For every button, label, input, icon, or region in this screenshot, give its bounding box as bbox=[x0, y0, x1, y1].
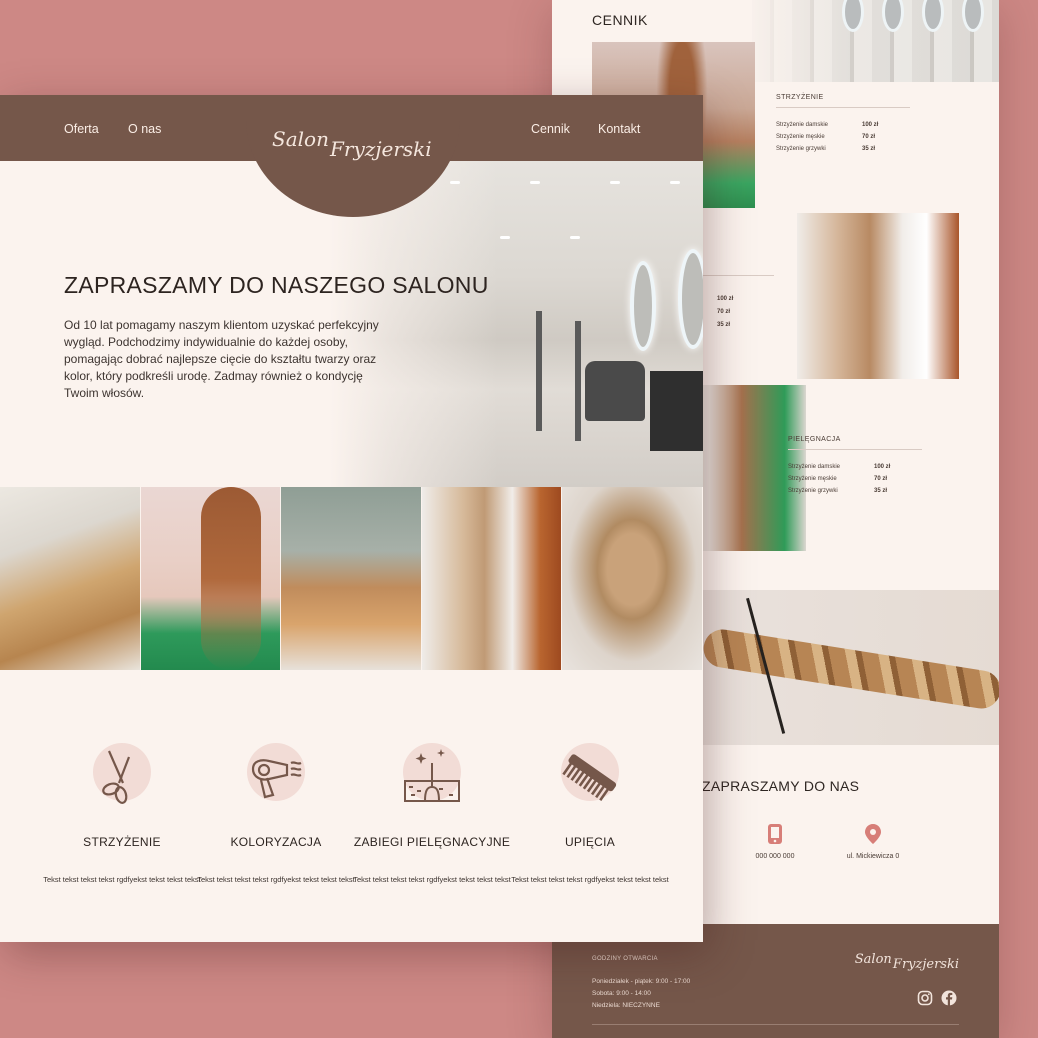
facebook-icon[interactable] bbox=[941, 990, 957, 1006]
contact-address[interactable]: ul. Mickiewicza 0 bbox=[828, 823, 918, 860]
price-group-care: PIELĘGNACJA Strzyżenie damskie 100 zł Str… bbox=[788, 436, 922, 500]
price-group-cutting: STRZYŻENIE Strzyżenie damskie 100 zł Strz… bbox=[776, 94, 910, 158]
gallery-photo bbox=[0, 487, 141, 670]
gallery-photo bbox=[140, 487, 282, 670]
braid-photo bbox=[702, 590, 999, 745]
hair-dryer-icon bbox=[251, 759, 302, 799]
hours-line: Sobota: 9:00 - 14:00 bbox=[592, 990, 651, 997]
phone-icon bbox=[768, 824, 782, 844]
service-description: Tekst tekst tekst tekst rgdfyekst tekst … bbox=[197, 875, 355, 884]
price-row: Strzyżenie grzywki 35 zł bbox=[788, 488, 888, 494]
service-name: STRZYŻENIE bbox=[83, 835, 161, 849]
service-updos[interactable]: UPIĘCIA Tekst tekst tekst tekst rgdfyeks… bbox=[510, 743, 670, 884]
site-logo[interactable]: Salon Fryzjerski bbox=[272, 127, 432, 161]
price-row: Strzyżenie grzywki 35 zł bbox=[776, 146, 876, 152]
scissors-icon bbox=[102, 750, 131, 804]
service-name: UPIĘCIA bbox=[564, 835, 616, 849]
gallery-photo bbox=[421, 487, 563, 670]
contact-title: ZAPRASZAMY DO NAS bbox=[702, 778, 860, 794]
hair-follicle-icon bbox=[404, 749, 460, 802]
service-care[interactable]: ZABIEGI PIELĘGNACYJNE Tekst tekst tekst … bbox=[352, 743, 512, 884]
pricing-title: CENNIK bbox=[592, 12, 648, 28]
divider bbox=[702, 275, 774, 276]
hero-title: ZAPRASZAMY DO NASZEGO SALONU bbox=[64, 272, 489, 298]
nav-link-o-nas[interactable]: O nas bbox=[128, 122, 161, 136]
hours-line: Poniedziałek - piątek: 9:00 - 17:00 bbox=[592, 978, 691, 985]
service-cutting[interactable]: STRZYŻENIE Tekst tekst tekst tekst rgdfy… bbox=[42, 743, 202, 884]
gallery-photo bbox=[562, 487, 703, 670]
hours-line: Niedziela: NIECZYNNE bbox=[592, 1002, 660, 1009]
service-description: Tekst tekst tekst tekst rgdfyekst tekst … bbox=[353, 875, 511, 884]
nav-link-kontakt[interactable]: Kontakt bbox=[598, 122, 640, 136]
price-group-heading: STRZYŻENIE bbox=[776, 94, 910, 108]
price-row: Strzyżenie damskie 100 zł bbox=[788, 464, 891, 470]
contact-phone[interactable]: 000 000 000 bbox=[730, 823, 820, 860]
gallery-photo bbox=[281, 487, 422, 670]
service-description: Tekst tekst tekst tekst rgdfyekst tekst … bbox=[43, 875, 201, 884]
price-row: Strzyżenie męskie 70 zł bbox=[788, 476, 888, 482]
instagram-icon[interactable] bbox=[917, 990, 933, 1006]
location-pin-icon bbox=[865, 824, 881, 844]
curling-photo bbox=[797, 213, 959, 379]
photo-gallery bbox=[0, 487, 703, 670]
price-row: Strzyżenie męskie 70 zł bbox=[776, 134, 876, 140]
service-name: ZABIEGI PIELĘGNACYJNE bbox=[353, 835, 511, 849]
service-name: KOLORYZACJA bbox=[230, 835, 322, 849]
home-page-mockup: Oferta O nas Cennik Kontakt Salon Fryzje… bbox=[0, 95, 703, 942]
service-coloring[interactable]: KOLORYZACJA Tekst tekst tekst tekst rgdf… bbox=[196, 743, 356, 884]
salon-interior-image bbox=[752, 0, 999, 82]
footer-logo: Salon Fryzjerski bbox=[854, 952, 959, 972]
partial-price-list: 100 zł 70 zł 35 zł bbox=[717, 296, 734, 328]
comb-icon bbox=[562, 754, 617, 802]
footer-divider bbox=[592, 1024, 959, 1025]
price-row: Strzyżenie damskie 100 zł bbox=[776, 122, 879, 128]
nav-link-oferta[interactable]: Oferta bbox=[64, 122, 99, 136]
service-description: Tekst tekst tekst tekst rgdfyekst tekst … bbox=[511, 875, 669, 884]
hours-heading: GODZINY OTWARCIA bbox=[592, 956, 658, 962]
price-group-heading: PIELĘGNACJA bbox=[788, 436, 922, 450]
hero-description: Od 10 lat pomagamy naszym klientom uzysk… bbox=[64, 318, 379, 400]
nav-link-cennik[interactable]: Cennik bbox=[531, 122, 570, 136]
